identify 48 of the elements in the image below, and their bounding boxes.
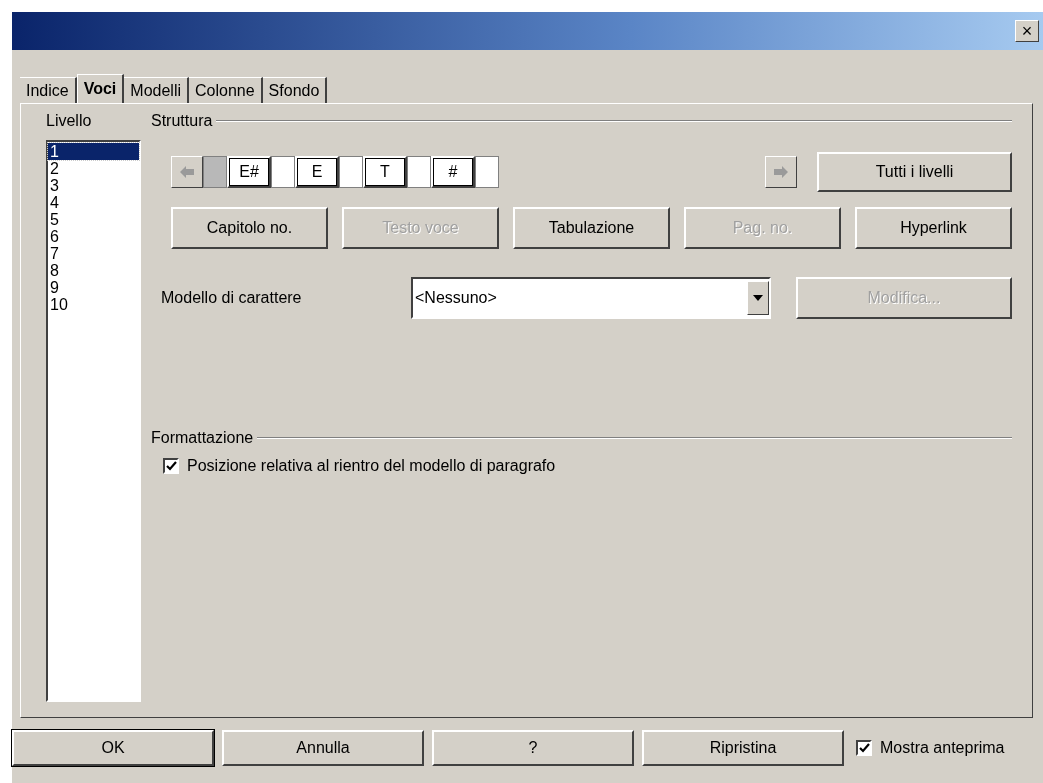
list-item[interactable]: 7	[48, 245, 139, 262]
list-item[interactable]: 8	[48, 262, 139, 279]
structure-token[interactable]: E	[295, 156, 339, 188]
right-arrow-icon	[774, 166, 788, 178]
list-item[interactable]: 5	[48, 211, 139, 228]
token-gap-field[interactable]	[339, 156, 363, 188]
dialog-button[interactable]: OK	[12, 730, 214, 766]
token-gap-field[interactable]	[407, 156, 431, 188]
checkbox[interactable]	[163, 458, 179, 474]
token-gap-field[interactable]	[271, 156, 295, 188]
level-label: Livello	[46, 112, 93, 130]
list-item[interactable]: 9	[48, 279, 139, 296]
scroll-right-button[interactable]	[765, 156, 797, 188]
checkbox-label: Mostra anteprima	[880, 739, 1005, 757]
tab[interactable]: Indice	[20, 77, 77, 103]
char-style-label: Modello di carattere	[161, 289, 303, 307]
insert-button[interactable]: Tabulazione	[513, 207, 670, 249]
insert-button[interactable]: Hyperlink	[855, 207, 1012, 249]
list-item[interactable]: 3	[48, 177, 139, 194]
scroll-left-button[interactable]	[171, 156, 203, 188]
list-item[interactable]: 10	[48, 296, 139, 313]
left-arrow-icon	[180, 166, 194, 178]
dialog-button[interactable]: Annulla	[222, 730, 424, 766]
dialog-button[interactable]: Ripristina	[642, 730, 844, 766]
tab[interactable]: Voci	[76, 74, 125, 103]
dropdown-arrow-icon	[753, 295, 763, 301]
section-title: Struttura	[151, 112, 213, 130]
token-gap-field[interactable]	[203, 156, 227, 188]
checkbox[interactable]	[856, 740, 872, 756]
token-gap-field[interactable]	[475, 156, 499, 188]
section-title: Formattazione	[151, 429, 254, 447]
structure-token[interactable]: T	[363, 156, 407, 188]
tab[interactable]: Colonne	[189, 77, 263, 103]
list-item[interactable]: 2	[48, 160, 139, 177]
all-levels-button[interactable]: Tutti i livelli	[817, 152, 1012, 192]
dialog-button[interactable]: ?	[432, 730, 634, 766]
checkbox-label: Posizione relativa al rientro del modello di paragrafo	[187, 457, 556, 475]
level-list[interactable]: 1 2 3 4 5 6 7 8 9 10	[46, 140, 141, 702]
char-style-dropdown[interactable]: <Nessuno>	[411, 277, 771, 319]
structure-token[interactable]: #	[431, 156, 475, 188]
list-item[interactable]: 6	[48, 228, 139, 245]
insert-button[interactable]: Capitolo no.	[171, 207, 328, 249]
list-item[interactable]: 4	[48, 194, 139, 211]
tab[interactable]: Sfondo	[262, 77, 328, 103]
close-button[interactable]: ×	[1015, 20, 1039, 42]
list-item[interactable]: 1	[48, 143, 139, 160]
tab[interactable]: Modelli	[124, 77, 189, 103]
structure-token[interactable]: E#	[227, 156, 271, 188]
